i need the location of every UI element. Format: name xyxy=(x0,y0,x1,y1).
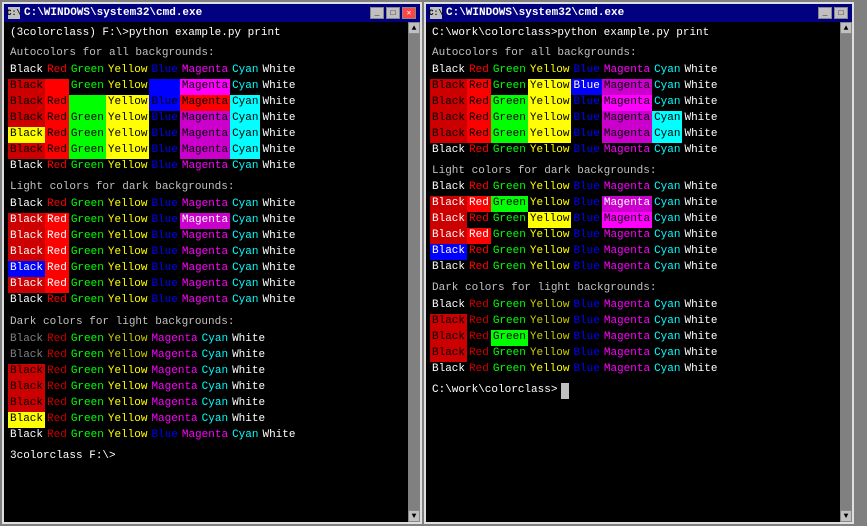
left-auto-row1: Black Red Green Yellow Blue Magenta Cyan… xyxy=(8,79,404,95)
right-dark-row4: Black Red Green Yellow Blue Magenta Cyan… xyxy=(430,362,836,378)
left-window-title: C:\WINDOWS\system32\cmd.exe xyxy=(24,7,202,19)
left-light-row4: Black Red Green Yellow Blue Magenta Cyan… xyxy=(8,261,404,277)
lah-cyan: Cyan xyxy=(230,63,260,79)
right-light-row2: Black Red Green Yellow Blue Magenta Cyan… xyxy=(430,212,836,228)
left-dark-row3: Black Red Green Yellow Magenta Cyan Whit… xyxy=(8,380,404,396)
left-title-bar: C:\ C:\WINDOWS\system32\cmd.exe _ □ ✕ xyxy=(4,4,420,22)
left-auto-row3: Black Red Green Yellow Blue Magenta Cyan… xyxy=(8,111,404,127)
left-dark-row5: Black Red Green Yellow Magenta Cyan Whit… xyxy=(8,412,404,428)
left-maximize-btn[interactable]: □ xyxy=(386,7,400,19)
left-window-icon: C:\ xyxy=(8,7,20,19)
left-window: C:\ C:\WINDOWS\system32\cmd.exe _ □ ✕ (3… xyxy=(2,2,422,524)
left-dark-row2: Black Red Green Yellow Magenta Cyan Whit… xyxy=(8,364,404,380)
left-prompt-text: (3colorclass) F:\>python example.py prin… xyxy=(8,26,283,42)
right-light-row5: Black Red Green Yellow Blue Magenta Cyan… xyxy=(430,260,836,276)
right-dark-row1: Black Red Green Yellow Blue Magenta Cyan… xyxy=(430,314,836,330)
right-auto-row2: Black Red Green Yellow Blue Magenta Cyan… xyxy=(430,95,836,111)
left-auto-row4: Black Red Green Yellow Blue Magenta Cyan… xyxy=(8,127,404,143)
right-window-title: C:\WINDOWS\system32\cmd.exe xyxy=(446,7,624,19)
left-dark-header: Dark colors for light backgrounds: xyxy=(8,315,404,331)
right-dark-header-row: Black Red Green Yellow Blue Magenta Cyan… xyxy=(430,298,836,314)
right-dark-header: Dark colors for light backgrounds: xyxy=(430,281,836,297)
lah-green: Green xyxy=(69,63,106,79)
left-auto-label: Autocolors for all backgrounds: xyxy=(8,46,217,62)
right-auto-row1: Black Red Green Yellow Blue Magenta Cyan… xyxy=(430,79,836,95)
left-auto-row2: Black Red Green Yellow Blue Magenta Cyan… xyxy=(8,95,404,111)
left-light-row6: Black Red Green Yellow Blue Magenta Cyan… xyxy=(8,293,404,309)
left-auto-row6: Black Red Green Yellow Blue Magenta Cyan… xyxy=(8,159,404,175)
right-window-icon: C:\ xyxy=(430,7,442,19)
left-light-row2: Black Red Green Yellow Blue Magenta Cyan… xyxy=(8,229,404,245)
lah-magenta: Magenta xyxy=(180,63,230,79)
left-dark-header-row: Black Red Green Yellow Magenta Cyan Whit… xyxy=(8,332,404,348)
right-dark-row2: Black Red Green Yellow Blue Magenta Cyan… xyxy=(430,330,836,346)
left-bottom-prompt: 3colorclass F:\> xyxy=(8,449,404,465)
left-light-header-row: Black Red Green Yellow Blue Magenta Cyan… xyxy=(8,197,404,213)
left-close-btn[interactable]: ✕ xyxy=(402,7,416,19)
right-content: C:\work\colorclass>python example.py pri… xyxy=(426,22,840,522)
right-bottom-prompt: C:\work\colorclass> xyxy=(430,383,836,399)
right-light-row1: Black Red Green Yellow Blue Magenta Cyan… xyxy=(430,196,836,212)
right-light-header-row: Black Red Green Yellow Blue Magenta Cyan… xyxy=(430,180,836,196)
left-scroll-up[interactable]: ▲ xyxy=(408,22,420,34)
right-auto-header-row: Black Red Green Yellow Blue Magenta Cyan… xyxy=(430,63,836,79)
right-window: C:\ C:\WINDOWS\system32\cmd.exe _ □ C:\w… xyxy=(424,2,854,524)
left-auto-header-row: Black Red Green Yellow Blue Magenta Cyan… xyxy=(8,63,404,79)
right-auto-header: Autocolors for all backgrounds: xyxy=(430,46,836,62)
right-light-row4: Black Red Green Yellow Blue Magenta Cyan… xyxy=(430,244,836,260)
lah-blue: Blue xyxy=(149,63,179,79)
right-auto-row4: Black Red Green Yellow Blue Magenta Cyan… xyxy=(430,127,836,143)
left-dark-row4: Black Red Green Yellow Magenta Cyan Whit… xyxy=(8,396,404,412)
right-light-header: Light colors for dark backgrounds: xyxy=(430,164,836,180)
lah-black: Black xyxy=(8,63,45,79)
left-content: (3colorclass) F:\>python example.py prin… xyxy=(4,22,408,522)
right-auto-row5: Black Red Green Yellow Blue Magenta Cyan… xyxy=(430,143,836,159)
left-light-header: Light colors for dark backgrounds: xyxy=(8,180,404,196)
lah-yellow: Yellow xyxy=(106,63,150,79)
left-auto-header: Autocolors for all backgrounds: xyxy=(8,46,404,62)
left-light-row1: Black Red Green Yellow Blue Magenta Cyan… xyxy=(8,213,404,229)
right-auto-row3: Black Red Green Yellow Blue Magenta Cyan… xyxy=(430,111,836,127)
right-scrollbar[interactable]: ▲ ▼ xyxy=(840,22,852,522)
left-minimize-btn[interactable]: _ xyxy=(370,7,384,19)
right-scroll-down[interactable]: ▼ xyxy=(840,510,852,522)
right-light-row3: Black Red Green Yellow Blue Magenta Cyan… xyxy=(430,228,836,244)
right-maximize-btn[interactable]: □ xyxy=(834,7,848,19)
right-scroll-track[interactable] xyxy=(840,34,852,510)
right-dark-row3: Black Red Green Yellow Blue Magenta Cyan… xyxy=(430,346,836,362)
right-scroll-up[interactable]: ▲ xyxy=(840,22,852,34)
right-title-bar: C:\ C:\WINDOWS\system32\cmd.exe _ □ xyxy=(426,4,852,22)
left-scroll-track[interactable] xyxy=(408,34,420,510)
left-prompt-line: (3colorclass) F:\>python example.py prin… xyxy=(8,26,404,42)
right-minimize-btn[interactable]: _ xyxy=(818,7,832,19)
lah-red: Red xyxy=(45,63,69,79)
left-scroll-down[interactable]: ▼ xyxy=(408,510,420,522)
left-light-row5: Black Red Green Yellow Blue Magenta Cyan… xyxy=(8,277,404,293)
left-dark-row6: Black Red Green Yellow Blue Magenta Cyan… xyxy=(8,428,404,444)
right-prompt-line: C:\work\colorclass>python example.py pri… xyxy=(430,26,836,42)
lah-white: White xyxy=(260,63,297,79)
left-dark-row1: Black Red Green Yellow Magenta Cyan Whit… xyxy=(8,348,404,364)
left-auto-row5: Black Red Green Yellow Blue Magenta Cyan… xyxy=(8,143,404,159)
left-scrollbar[interactable]: ▲ ▼ xyxy=(408,22,420,522)
left-light-row3: Black Red Green Yellow Blue Magenta Cyan… xyxy=(8,245,404,261)
